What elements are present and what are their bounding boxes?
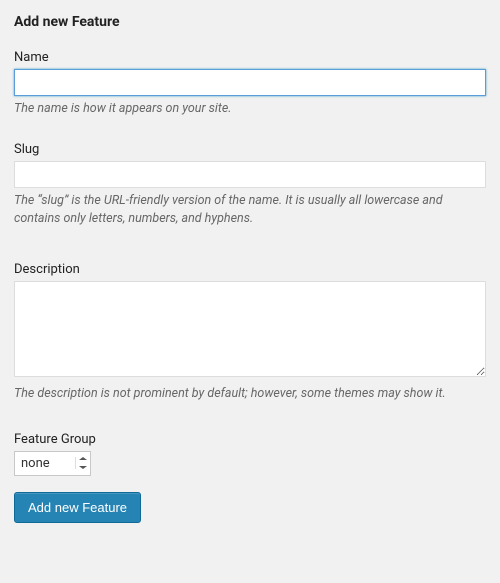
- field-name: Name The name is how it appears on your …: [14, 50, 486, 118]
- slug-help-text: The “slug” is the URL-friendly version o…: [14, 192, 486, 228]
- name-input[interactable]: [14, 69, 486, 96]
- chevron-down-icon: [75, 457, 87, 469]
- slug-label: Slug: [14, 142, 486, 157]
- description-help-text: The description is not prominent by defa…: [14, 385, 486, 403]
- description-textarea[interactable]: [14, 281, 486, 377]
- feature-group-label: Feature Group: [14, 432, 486, 447]
- description-label: Description: [14, 262, 486, 277]
- name-label: Name: [14, 50, 486, 65]
- add-new-feature-button[interactable]: Add new Feature: [14, 492, 141, 523]
- feature-group-select[interactable]: none: [14, 451, 91, 476]
- feature-group-selected: none: [21, 456, 50, 471]
- field-slug: Slug The “slug” is the URL-friendly vers…: [14, 142, 486, 228]
- slug-input[interactable]: [14, 161, 486, 188]
- field-description: Description The description is not promi…: [14, 262, 486, 403]
- name-help-text: The name is how it appears on your site.: [14, 100, 486, 118]
- page-title: Add new Feature: [14, 14, 486, 30]
- field-feature-group: Feature Group none: [14, 432, 486, 476]
